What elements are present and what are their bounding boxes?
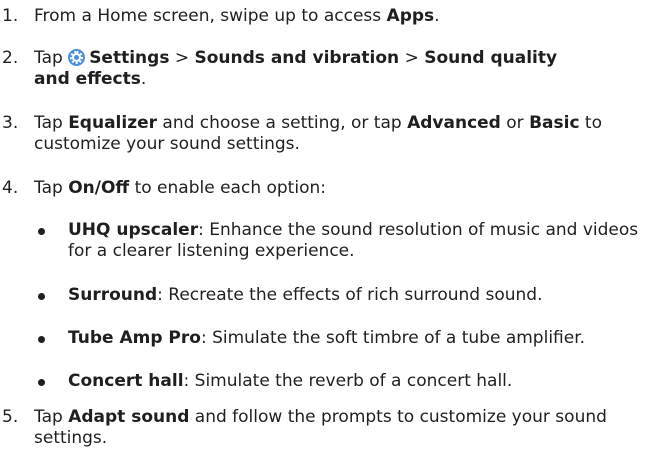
step-4-text: Tap On/Off to enable each option:: [34, 178, 634, 199]
step-4-text-end: to enable each option:: [129, 178, 326, 198]
bullet-icon: [38, 379, 45, 386]
step-2-tap: Tap: [34, 48, 69, 68]
step-4-number: 4.: [2, 178, 19, 198]
step-2-separator-1: >: [169, 48, 195, 68]
step-2-period: .: [140, 69, 147, 89]
step-5-adapt-term: Adapt sound: [68, 407, 190, 427]
option-name: Tube Amp Pro: [68, 328, 201, 348]
settings-gear-icon: [68, 49, 86, 66]
option-description: : Recreate the effects of rich surround …: [157, 285, 543, 305]
option-text: UHQ upscaler: Enhance the sound resoluti…: [68, 220, 648, 262]
step-3-or: or: [500, 113, 530, 133]
option-text: Surround: Recreate the effects of rich s…: [68, 285, 648, 306]
step-2-settings-term: Settings: [89, 48, 170, 68]
step-3-text-part: and choose a setting, or tap: [157, 113, 408, 133]
step-3-number: 3.: [2, 113, 19, 133]
step-5-number: 5.: [2, 407, 19, 427]
step-5-text: Tap Adapt sound and follow the prompts t…: [34, 407, 634, 449]
step-1-apps-term: Apps: [386, 6, 435, 26]
step-3-basic-term: Basic: [529, 113, 580, 133]
option-name: Surround: [68, 285, 158, 305]
bullet-icon: [38, 293, 45, 300]
bullet-icon: [38, 336, 45, 343]
instruction-list: 1. From a Home screen, swipe up to acces…: [0, 0, 656, 450]
step-2-text: Tap Settings > Sounds and vibration > So…: [34, 48, 574, 90]
option-description: : Simulate the soft timbre of a tube amp…: [200, 328, 586, 348]
step-5-tap: Tap: [34, 407, 69, 427]
option-description: : Simulate the reverb of a concert hall.: [183, 371, 513, 391]
option-text: Concert hall: Simulate the reverb of a c…: [68, 371, 648, 392]
option-name: Concert hall: [68, 371, 184, 391]
step-4-onoff-term: On/Off: [68, 178, 130, 198]
step-3-tap: Tap: [34, 113, 69, 133]
step-2-separator-2: >: [399, 48, 425, 68]
step-3-equalizer-term: Equalizer: [68, 113, 158, 133]
step-1-text: From a Home screen, swipe up to access A…: [34, 6, 634, 27]
option-name: UHQ upscaler: [68, 220, 199, 240]
option-text: Tube Amp Pro: Simulate the soft timbre o…: [68, 328, 648, 349]
step-1-period: .: [434, 6, 440, 26]
bullet-icon: [38, 228, 45, 235]
step-1-number: 1.: [2, 6, 19, 26]
step-1-text-part: From a Home screen, swipe up to access: [34, 6, 387, 26]
step-2-sounds-term: Sounds and vibration: [194, 48, 400, 68]
step-3-text: Tap Equalizer and choose a setting, or t…: [34, 113, 634, 155]
step-3-advanced-term: Advanced: [407, 113, 501, 133]
step-2-number: 2.: [2, 48, 19, 68]
step-4-tap: Tap: [34, 178, 69, 198]
